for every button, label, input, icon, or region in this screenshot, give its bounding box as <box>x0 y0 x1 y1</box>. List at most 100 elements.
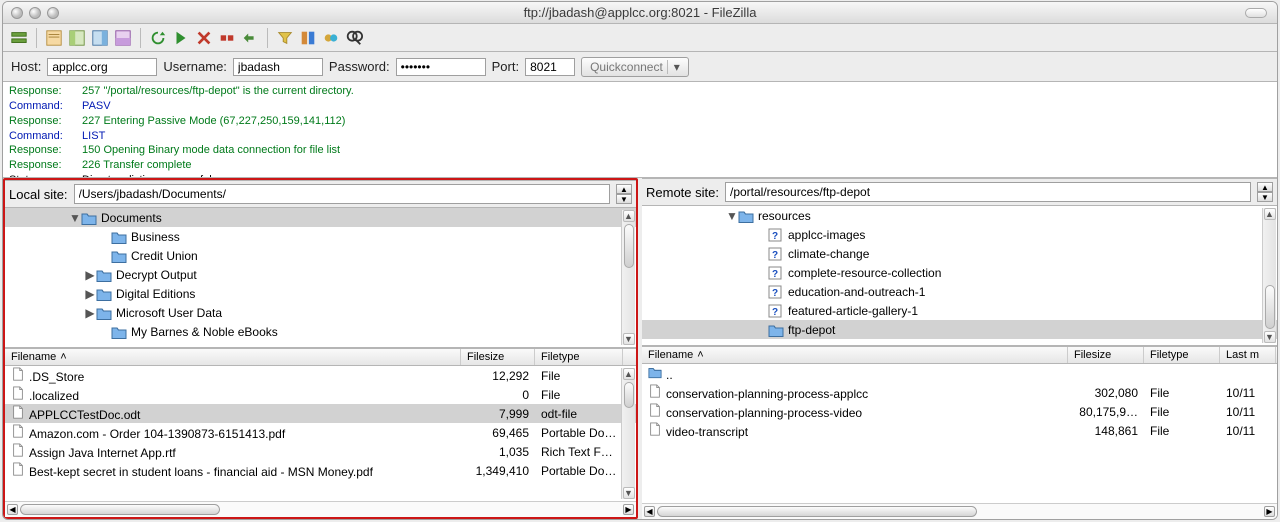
tree-item[interactable]: ▶Decrypt Output <box>5 265 636 284</box>
folder-icon <box>96 287 112 301</box>
tree-item[interactable]: complete-resource-collection <box>642 263 1277 282</box>
local-site-input[interactable] <box>74 184 610 204</box>
tree-item[interactable]: ▶Microsoft User Data <box>5 303 636 322</box>
sort-asc-icon: ˄ <box>697 349 703 361</box>
titlebar: ftp://jbadash@applcc.org:8021 - FileZill… <box>3 2 1277 24</box>
tree-item[interactable]: education-and-outreach-1 <box>642 282 1277 301</box>
remote-hscroll[interactable]: ◀▶ <box>642 503 1277 519</box>
remote-site-input[interactable] <box>725 182 1251 202</box>
folder-icon <box>768 323 784 337</box>
remote-site-stepper[interactable]: ▲▼ <box>1257 182 1273 202</box>
local-tree[interactable]: ▼Documents Business Credit Union ▶Decrypt O… <box>5 208 636 348</box>
remote-pane: Remote site: ▲▼ ▼resources applcc-images c… <box>642 178 1277 519</box>
remote-site-label: Remote site: <box>646 185 719 200</box>
port-input[interactable] <box>525 58 575 76</box>
log-line: Response: 257 "/portal/resources/ftp-dep… <box>9 84 1271 99</box>
tree-label: My Barnes & Noble eBooks <box>131 325 278 339</box>
site-manager-icon[interactable] <box>9 28 29 48</box>
local-site-stepper[interactable]: ▲▼ <box>616 184 632 204</box>
sort-asc-icon: ˄ <box>60 351 66 363</box>
username-label: Username: <box>163 59 227 74</box>
file-row[interactable]: .DS_Store12,292File <box>5 366 636 385</box>
remote-file-list[interactable]: ..conservation-planning-process-applcc30… <box>642 364 1277 503</box>
tree-label: Credit Union <box>131 249 198 263</box>
tree-label: featured-article-gallery-1 <box>788 304 918 318</box>
tree-item[interactable]: Credit Union <box>5 246 636 265</box>
disconnect-icon[interactable] <box>217 28 237 48</box>
local-hscroll[interactable]: ◀▶ <box>5 501 636 517</box>
message-log: Response: 257 "/portal/resources/ftp-dep… <box>3 82 1277 178</box>
folder-icon <box>111 230 127 244</box>
tree-label: Decrypt Output <box>116 268 197 282</box>
tree-item[interactable]: ftp-depot <box>642 320 1277 339</box>
file-row[interactable]: conservation-planning-process-video80,17… <box>642 402 1277 421</box>
file-icon <box>648 384 662 398</box>
file-icon <box>11 386 25 400</box>
log-line: Status: Directory listing successful <box>9 173 1271 178</box>
refresh-icon[interactable] <box>148 28 168 48</box>
file-row[interactable]: .localized0File <box>5 385 636 404</box>
compare-icon[interactable] <box>298 28 318 48</box>
file-row[interactable]: .. <box>642 364 1277 383</box>
password-input[interactable] <box>396 58 486 76</box>
folder-icon <box>96 306 112 320</box>
toggle-queue-icon[interactable] <box>113 28 133 48</box>
quickconnect-button[interactable]: Quickconnect ▾ <box>581 57 689 77</box>
quickconnect-bar: Host: Username: Password: Port: Quickcon… <box>3 52 1277 82</box>
tree-item[interactable]: ▼resources <box>642 206 1277 225</box>
tree-label: Microsoft User Data <box>116 306 222 320</box>
host-input[interactable] <box>47 58 157 76</box>
username-input[interactable] <box>233 58 323 76</box>
file-row[interactable]: Best-kept secret in student loans - fina… <box>5 461 636 480</box>
local-site-label: Local site: <box>9 187 68 202</box>
log-line: Command: PASV <box>9 99 1271 114</box>
cancel-icon[interactable] <box>194 28 214 48</box>
remote-tree[interactable]: ▼resources applcc-images climate-changecom… <box>642 206 1277 346</box>
port-label: Port: <box>492 59 519 74</box>
sync-browse-icon[interactable] <box>321 28 341 48</box>
unknown-folder-icon <box>768 304 784 318</box>
tree-item[interactable]: My Barnes & Noble eBooks <box>5 322 636 341</box>
log-line: Response: 227 Entering Passive Mode (67,… <box>9 114 1271 129</box>
search-remote-icon[interactable] <box>344 28 364 48</box>
file-icon <box>11 424 25 438</box>
folder-icon <box>96 268 112 282</box>
file-icon <box>11 462 25 476</box>
tree-label: education-and-outreach-1 <box>788 285 925 299</box>
reconnect-icon[interactable] <box>240 28 260 48</box>
unknown-folder-icon <box>768 285 784 299</box>
folder-icon <box>738 209 754 223</box>
tree-item[interactable]: ▼Documents <box>5 208 636 227</box>
tree-label: Digital Editions <box>116 287 195 301</box>
main-toolbar <box>3 24 1277 52</box>
quickconnect-dropdown-icon[interactable]: ▾ <box>667 60 680 74</box>
file-icon <box>648 422 662 436</box>
tree-label: applcc-images <box>788 228 865 242</box>
remote-file-header[interactable]: Filename˄ Filesize Filetype Last m <box>642 346 1277 364</box>
parent-folder-icon <box>648 365 662 379</box>
unknown-folder-icon <box>768 247 784 261</box>
local-file-header[interactable]: Filename˄ Filesize Filetype <box>5 348 636 366</box>
unknown-folder-icon <box>768 266 784 280</box>
file-icon <box>11 405 25 419</box>
local-file-list[interactable]: .DS_Store12,292File.localized0FileAPPLCC… <box>5 366 636 501</box>
file-row[interactable]: APPLCCTestDoc.odt7,999odt-file <box>5 404 636 423</box>
toggle-remote-tree-icon[interactable] <box>90 28 110 48</box>
process-queue-icon[interactable] <box>171 28 191 48</box>
file-row[interactable]: conservation-planning-process-applcc302,… <box>642 383 1277 402</box>
toggle-log-icon[interactable] <box>44 28 64 48</box>
tree-item[interactable]: ▶Digital Editions <box>5 284 636 303</box>
tree-item[interactable]: featured-article-gallery-1 <box>642 301 1277 320</box>
tree-item[interactable]: Business <box>5 227 636 246</box>
file-row[interactable]: Assign Java Internet App.rtf1,035Rich Te… <box>5 442 636 461</box>
tree-item[interactable]: climate-change <box>642 244 1277 263</box>
file-icon <box>11 443 25 457</box>
password-label: Password: <box>329 59 390 74</box>
toggle-local-tree-icon[interactable] <box>67 28 87 48</box>
filter-icon[interactable] <box>275 28 295 48</box>
local-pane: Local site: ▲▼ ▼Documents Business Credit … <box>3 178 638 519</box>
file-row[interactable]: Amazon.com - Order 104-1390873-6151413.p… <box>5 423 636 442</box>
tree-item[interactable]: applcc-images <box>642 225 1277 244</box>
tree-label: Business <box>131 230 180 244</box>
file-row[interactable]: video-transcript148,861File10/11 <box>642 421 1277 440</box>
